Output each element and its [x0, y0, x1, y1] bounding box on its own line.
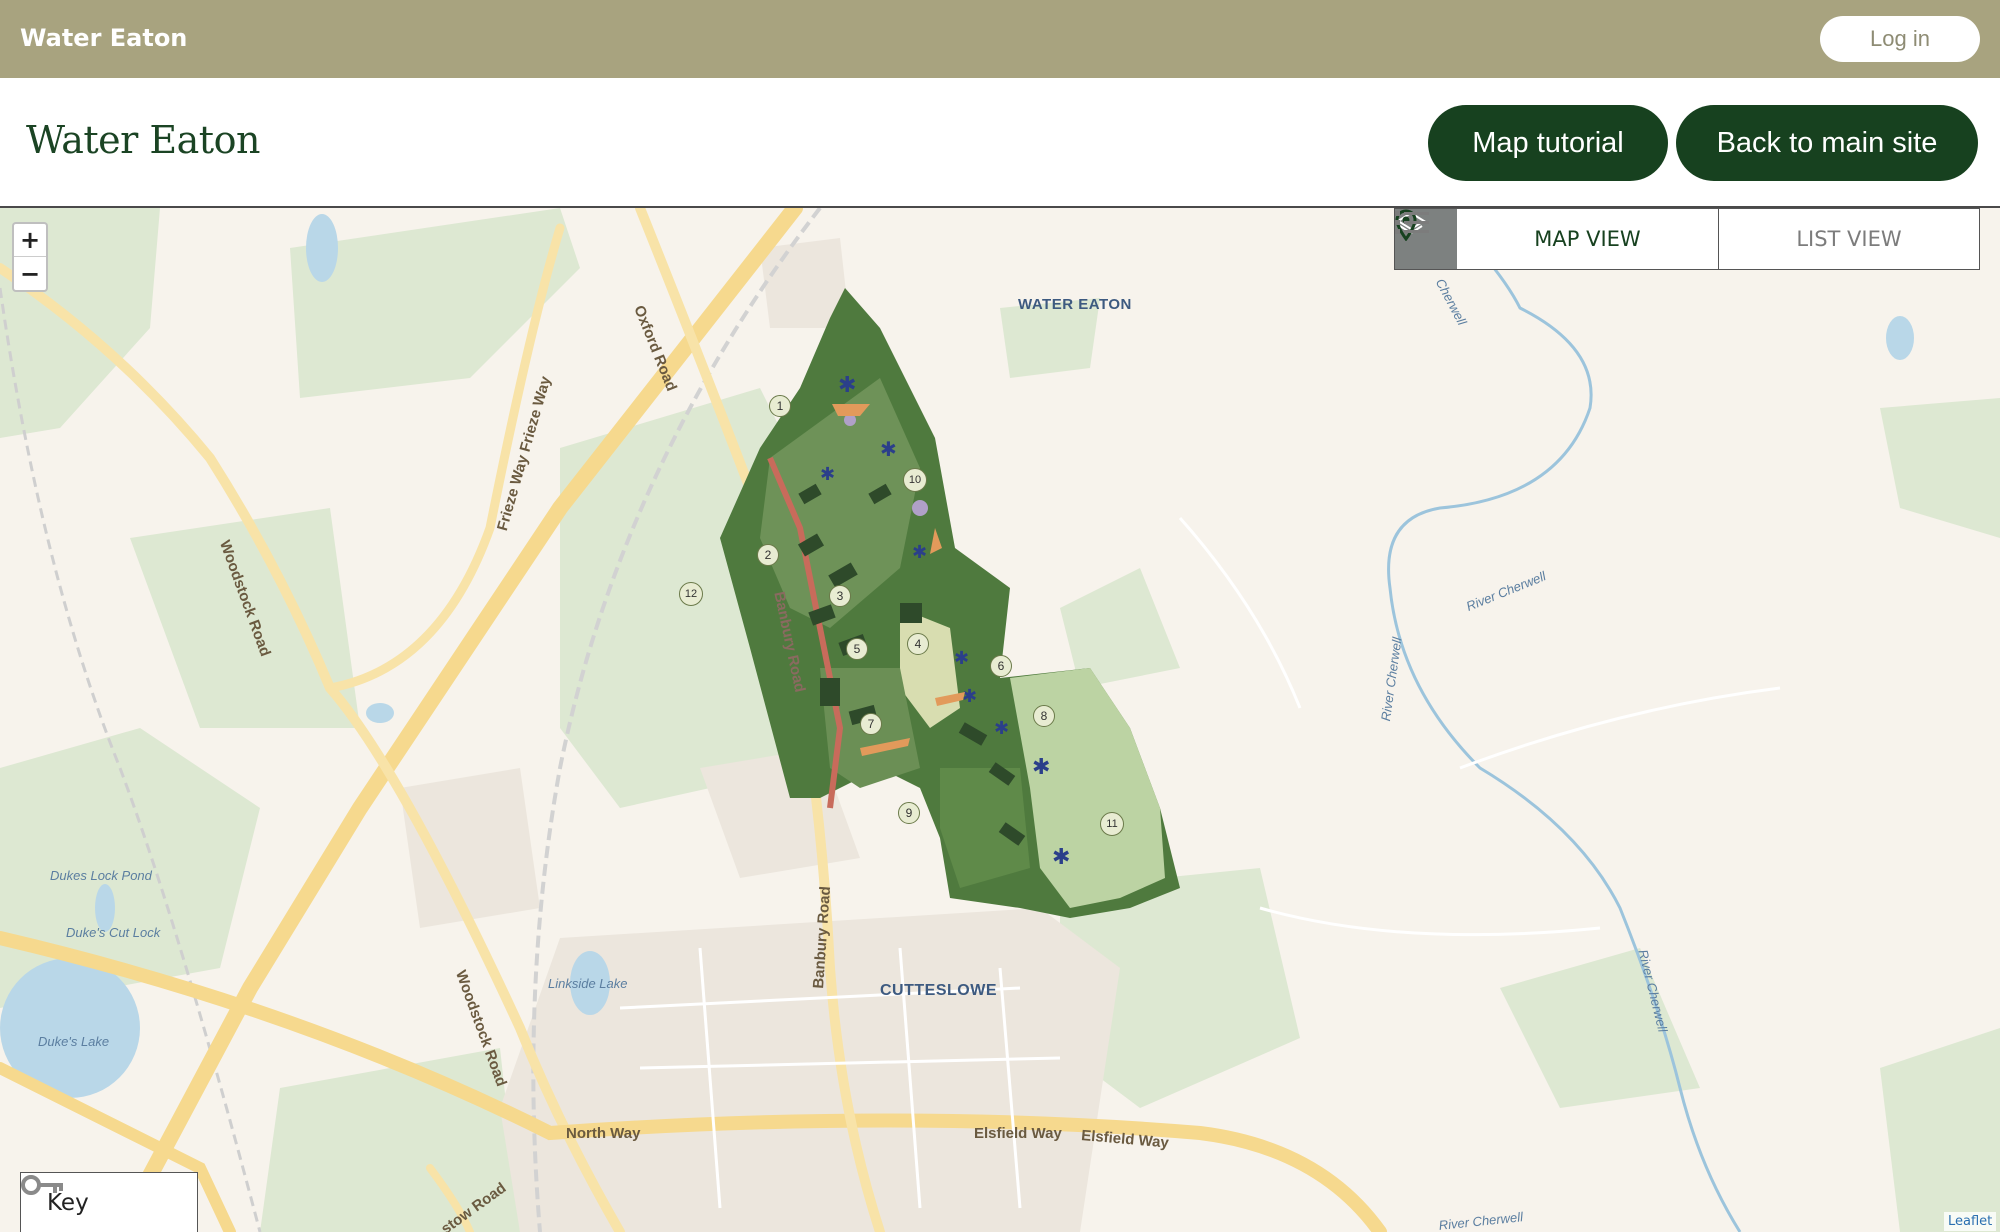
site-marker[interactable]: 12	[679, 582, 703, 606]
svg-text:✱: ✱	[1052, 845, 1070, 870]
road-label-north-way: North Way	[566, 1125, 641, 1142]
top-bar: Water Eaton Log in	[0, 0, 2000, 78]
site-marker[interactable]: 7	[860, 713, 882, 735]
road-label-elsfield-way-1: Elsfield Way	[974, 1125, 1062, 1142]
site-marker[interactable]: 11	[1100, 812, 1124, 836]
svg-text:✱: ✱	[954, 648, 969, 669]
site-marker[interactable]: 3	[829, 585, 851, 607]
svg-text:✱: ✱	[820, 464, 835, 485]
key-panel-button[interactable]: Key	[20, 1172, 198, 1232]
water-label-dukes-cut-lock: Duke's Cut Lock	[66, 925, 161, 940]
list-icon	[1395, 211, 1429, 234]
site-marker[interactable]: 10	[903, 468, 927, 492]
site-marker[interactable]: 9	[898, 802, 920, 824]
site-marker[interactable]: 2	[757, 544, 779, 566]
list-view-tab[interactable]: LIST VIEW	[1395, 209, 1979, 269]
place-label-cutteslowe: CUTTESLOWE	[880, 982, 997, 999]
site-name: Water Eaton	[20, 24, 188, 52]
header: Water Eaton Map tutorial Back to main si…	[0, 78, 2000, 208]
map-tutorial-button[interactable]: Map tutorial	[1428, 105, 1668, 181]
back-to-main-site-button[interactable]: Back to main site	[1676, 105, 1978, 181]
login-button[interactable]: Log in	[1820, 16, 1980, 62]
svg-text:✱: ✱	[838, 373, 856, 398]
site-marker[interactable]: 4	[907, 633, 929, 655]
map-view-tab[interactable]: MAP VIEW	[1395, 209, 1719, 269]
svg-text:✱: ✱	[962, 686, 977, 707]
view-toggle-bar: MAP VIEW LIST VIEW	[1394, 208, 1980, 270]
zoom-in-button[interactable]: +	[14, 224, 46, 257]
water-label-linkside-lake: Linkside Lake	[548, 976, 628, 991]
svg-text:✱: ✱	[912, 542, 927, 563]
map-area[interactable]: ✱ ✱ ✱ ✱ ✱ ✱ ✱ ✱ ✱ 1 2 3 4 5 6 7 8 9 10 1…	[0, 208, 2000, 1232]
key-icon	[21, 1175, 63, 1195]
map-view-label: MAP VIEW	[1534, 227, 1641, 251]
leaflet-attribution[interactable]: Leaflet	[1944, 1212, 1997, 1231]
water-label-dukes-lock-pond: Dukes Lock Pond	[50, 868, 152, 883]
svg-text:✱: ✱	[994, 718, 1009, 739]
site-marker[interactable]: 6	[990, 655, 1012, 677]
water-label-dukes-lake: Duke's Lake	[38, 1034, 110, 1049]
svg-text:✱: ✱	[1032, 755, 1050, 780]
zoom-control: + −	[12, 222, 48, 292]
zoom-out-button[interactable]: −	[14, 257, 46, 290]
site-marker[interactable]: 1	[769, 395, 791, 417]
svg-text:✱: ✱	[880, 437, 897, 461]
base-map: ✱ ✱ ✱ ✱ ✱ ✱ ✱ ✱ ✱	[0, 208, 2000, 1232]
site-marker[interactable]: 8	[1033, 705, 1055, 727]
place-label-water-eaton: WATER EATON	[1018, 296, 1132, 313]
list-view-label: LIST VIEW	[1796, 227, 1902, 251]
site-marker[interactable]: 5	[846, 638, 868, 660]
logo[interactable]: Water Eaton	[26, 118, 260, 162]
